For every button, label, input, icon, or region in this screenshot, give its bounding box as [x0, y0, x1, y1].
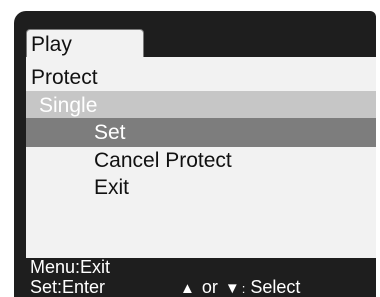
tab-play[interactable]: Play: [26, 29, 144, 58]
option-exit[interactable]: Exit: [26, 173, 376, 202]
help-bar: Menu:Exit Set:Enter ▲ or ▼: Select: [26, 258, 376, 297]
set-enter-hint: Set:Enter: [30, 277, 106, 297]
menu-title-protect[interactable]: Protect: [26, 63, 376, 92]
camera-menu-screen: Play Protect Single Set Cancel Protect E…: [0, 0, 380, 297]
colon-text: :: [241, 281, 246, 296]
submenu-single[interactable]: Single: [26, 91, 376, 120]
menu-title-label: Protect: [31, 66, 98, 89]
option-exit-label: Exit: [94, 176, 130, 199]
select-hint: ▲ or ▼: Select: [178, 277, 300, 297]
option-set-label: Set: [94, 121, 126, 144]
option-set[interactable]: Set: [26, 118, 376, 147]
triangle-down-icon: ▼: [224, 280, 240, 297]
triangle-up-icon: ▲: [180, 280, 195, 297]
or-text: or: [201, 277, 218, 297]
submenu-label: Single: [39, 94, 98, 117]
menu-panel: Protect Single Set Cancel Protect Exit: [26, 57, 376, 258]
option-cancel-protect-label: Cancel Protect: [94, 149, 232, 172]
select-text: Select: [250, 277, 301, 297]
menu-exit-hint: Menu:Exit: [30, 257, 111, 277]
tab-play-label: Play: [31, 33, 72, 56]
option-cancel-protect[interactable]: Cancel Protect: [26, 146, 376, 175]
